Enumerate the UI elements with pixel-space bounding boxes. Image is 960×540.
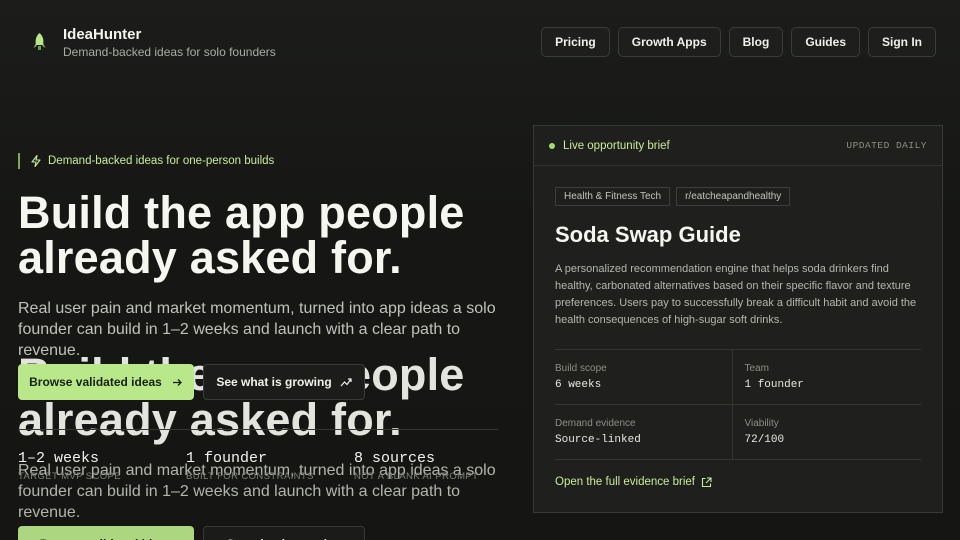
card-header: Live opportunity brief UPDATED DAILY (534, 126, 942, 166)
stat-item: 1 founder Built for constraints (186, 450, 354, 482)
browse-ideas-button[interactable]: Browse validated ideas (18, 364, 194, 400)
category-tag[interactable]: Health & Fitness Tech (555, 187, 671, 206)
live-label: Live opportunity brief (563, 139, 670, 152)
metric-label: Viability (744, 418, 779, 429)
see-growing-button-duplicate[interactable]: See what is growing (203, 526, 365, 540)
metric-build-scope: Build scope 6 weeks (555, 350, 732, 404)
metric-value: 1 founder (744, 379, 804, 391)
stat-value: 1 founder (186, 450, 268, 467)
metric-label: Demand evidence (555, 418, 636, 429)
trending-icon (340, 377, 352, 386)
top-nav: Pricing Growth Apps Blog Guides Sign In (541, 27, 936, 57)
source-tag[interactable]: r/eatcheapandhealthy (676, 187, 791, 206)
opportunity-brief-card: Live opportunity brief UPDATED DAILY Hea… (533, 125, 943, 513)
page: IdeaHunter Demand-backed ideas for solo … (0, 0, 960, 540)
metric-label: Build scope (555, 363, 607, 374)
brand-tagline: Demand-backed ideas for solo founders (63, 45, 276, 59)
cta-row-duplicate: Browse validated ideas See what is growi… (18, 526, 365, 540)
nav-pricing-button[interactable]: Pricing (541, 27, 610, 57)
metric-viability: Viability 72/100 (731, 405, 922, 459)
hero-subtitle: Real user pain and market momentum, turn… (18, 300, 496, 359)
stats-divider (18, 429, 498, 430)
bolt-icon (31, 155, 41, 167)
arrow-right-icon (172, 378, 182, 386)
see-growing-button[interactable]: See what is growing (203, 364, 365, 400)
metrics-row: Demand evidence Source-linked Viability … (555, 405, 921, 460)
rocket-icon[interactable] (33, 33, 46, 51)
hero-eyebrow: Demand-backed ideas for one-person build… (18, 153, 274, 169)
stat-label: Not a blank AI prompt (354, 471, 479, 482)
stat-item: 1–2 weeks Target MVP scope (18, 450, 186, 482)
metric-value: Source-linked (555, 434, 641, 446)
nav-guides-button[interactable]: Guides (791, 27, 860, 57)
live-indicator: Live opportunity brief (549, 140, 670, 152)
metric-team: Team 1 founder (731, 350, 922, 404)
stat-value: 1–2 weeks (18, 450, 100, 467)
external-link-icon (701, 476, 712, 487)
nav-blog-button[interactable]: Blog (728, 27, 784, 57)
brand-name[interactable]: IdeaHunter (63, 26, 141, 43)
metric-value: 72/100 (744, 434, 785, 446)
nav-growth-apps-button[interactable]: Growth Apps (617, 27, 721, 57)
updated-badge: UPDATED DAILY (846, 140, 927, 151)
stat-item: 8 sources Not a blank AI prompt (354, 450, 522, 482)
idea-title: Soda Swap Guide (555, 222, 741, 247)
browse-ideas-label: Browse validated ideas (29, 375, 162, 389)
browse-ideas-button-duplicate[interactable]: Browse validated ideas (18, 526, 194, 540)
idea-description: A personalized recommendation engine tha… (555, 263, 917, 326)
sign-in-button[interactable]: Sign In (868, 27, 936, 57)
metric-label: Team (744, 363, 769, 374)
metrics-grid: Build scope 6 weeks Team 1 founder Deman… (555, 349, 921, 460)
hero-eyebrow-text: Demand-backed ideas for one-person build… (48, 155, 275, 167)
see-growing-label: See what is growing (216, 375, 332, 389)
card-tags: Health & Fitness Tech r/eatcheapandhealt… (555, 187, 791, 206)
stat-label: Built for constraints (186, 471, 314, 482)
metric-demand-evidence: Demand evidence Source-linked (555, 405, 732, 459)
hero-title: Build the app people already asked for. (18, 187, 465, 283)
metric-value: 6 weeks (555, 379, 602, 391)
cta-row: Browse validated ideas See what is growi… (18, 364, 365, 400)
live-dot-icon (549, 142, 555, 149)
stat-label: Target MVP scope (18, 471, 122, 482)
stats-row: 1–2 weeks Target MVP scope 1 founder Bui… (18, 450, 522, 482)
evidence-brief-link[interactable]: Open the full evidence brief (555, 476, 712, 488)
evidence-brief-link-label: Open the full evidence brief (555, 476, 696, 488)
stat-value: 8 sources (354, 450, 436, 467)
metrics-row: Build scope 6 weeks Team 1 founder (555, 350, 921, 405)
